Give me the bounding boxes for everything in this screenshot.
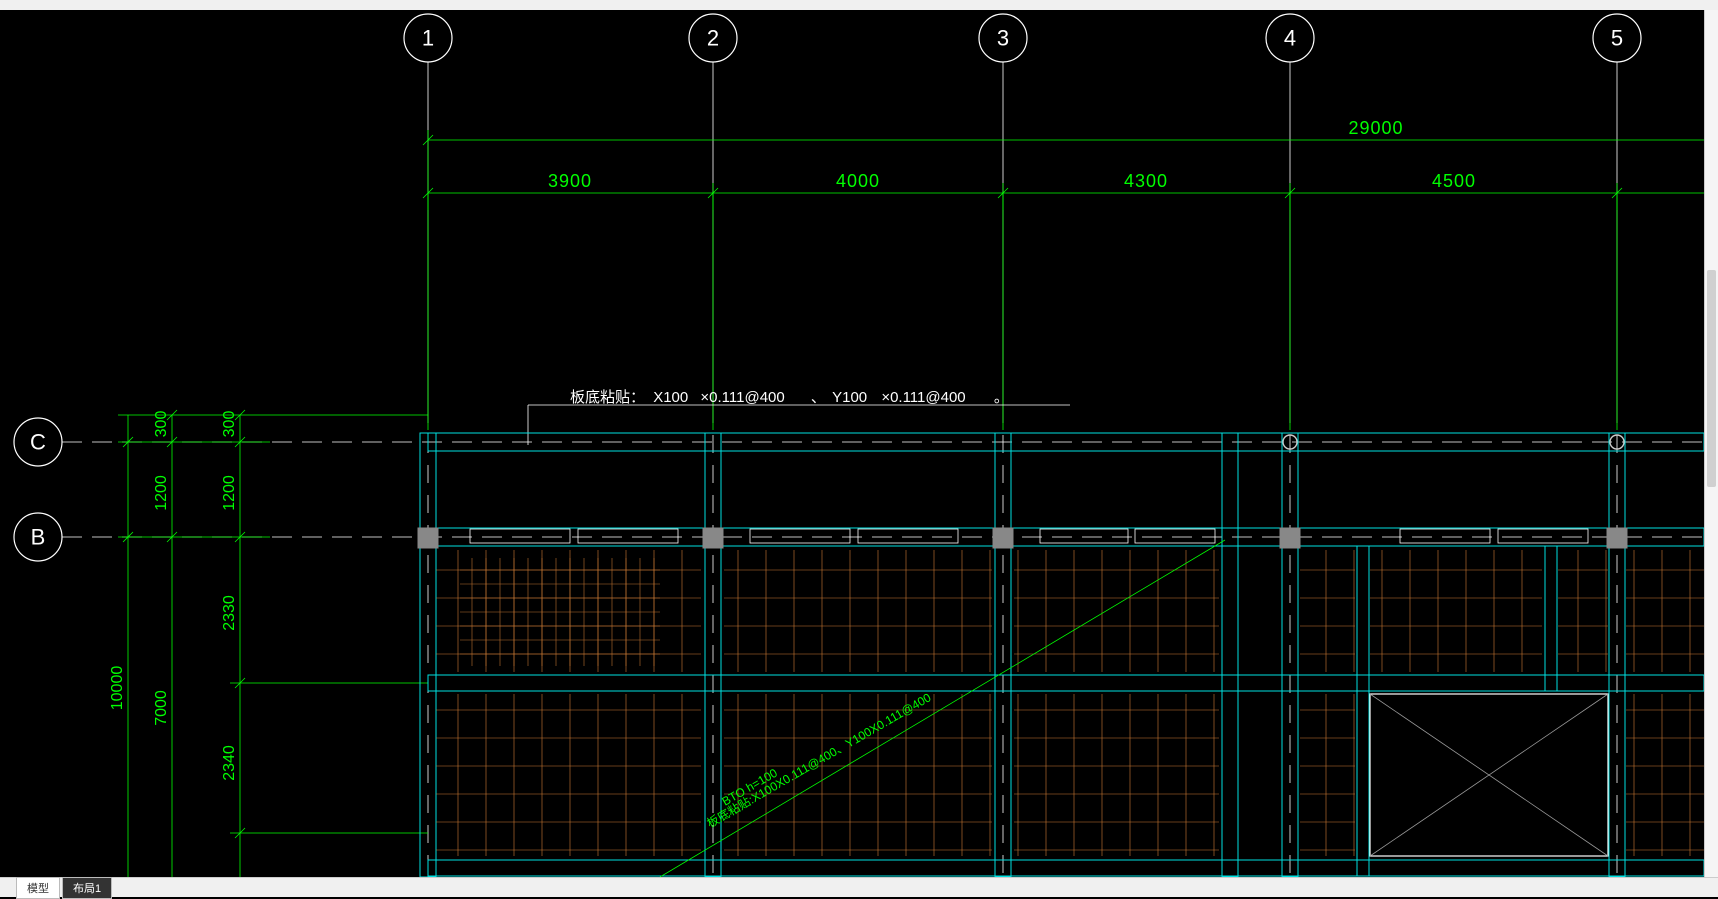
svg-text:300: 300 — [153, 411, 170, 438]
svg-text:1: 1 — [422, 26, 434, 51]
hatch-panels — [436, 550, 1704, 856]
dims-left: 10000 300 1200 7000 300 1200 2330 2340 — [109, 410, 428, 877]
annot-slab-reinforcement-top: 板底粘贴： X100 ×0.111@400 、 Y100 ×0.111@400 … — [528, 388, 1070, 445]
dim-spans-top: 3900 4000 4300 4500 — [423, 171, 1704, 210]
row-b-openings — [470, 529, 1588, 543]
svg-text:3900: 3900 — [548, 171, 592, 191]
svg-text:4: 4 — [1284, 26, 1296, 51]
svg-text:B: B — [31, 525, 46, 550]
svg-text:4000: 4000 — [836, 171, 880, 191]
svg-text:2340: 2340 — [221, 745, 238, 781]
dim-overall-top: 29000 — [423, 118, 1704, 210]
svg-text:板底粘贴： X100 ×0.: 板底粘贴： X100 ×0.111@400 、 Y100 ×0.111@400 … — [570, 388, 1009, 406]
top-toolbar-strip — [0, 0, 1718, 10]
svg-text:2: 2 — [707, 26, 719, 51]
svg-text:4300: 4300 — [1124, 171, 1168, 191]
layout1-tab[interactable]: 布局1 — [62, 877, 112, 899]
svg-text:7000: 7000 — [153, 690, 170, 726]
svg-text:1200: 1200 — [153, 475, 170, 511]
svg-text:3: 3 — [997, 26, 1009, 51]
svg-text:5: 5 — [1611, 26, 1623, 51]
vertical-scrollbar[interactable] — [1704, 10, 1718, 877]
svg-text:4500: 4500 — [1432, 171, 1476, 191]
svg-text:29000: 29000 — [1348, 118, 1403, 138]
scroll-thumb[interactable] — [1707, 270, 1716, 487]
svg-text:10000: 10000 — [109, 666, 126, 711]
cad-drawing-svg[interactable]: 1 2 3 4 5 — [10, 10, 1704, 877]
svg-text:2330: 2330 — [221, 595, 238, 631]
columns — [418, 435, 1627, 548]
void-panel-x — [1370, 694, 1608, 856]
bottom-tab-bar: 模型 布局1 — [0, 877, 1718, 897]
model-tab[interactable]: 模型 — [16, 877, 60, 899]
svg-text:C: C — [30, 430, 46, 455]
svg-text:300: 300 — [221, 411, 238, 438]
cad-drawing-viewport[interactable]: 1 2 3 4 5 — [10, 10, 1704, 877]
svg-text:1200: 1200 — [221, 475, 238, 511]
